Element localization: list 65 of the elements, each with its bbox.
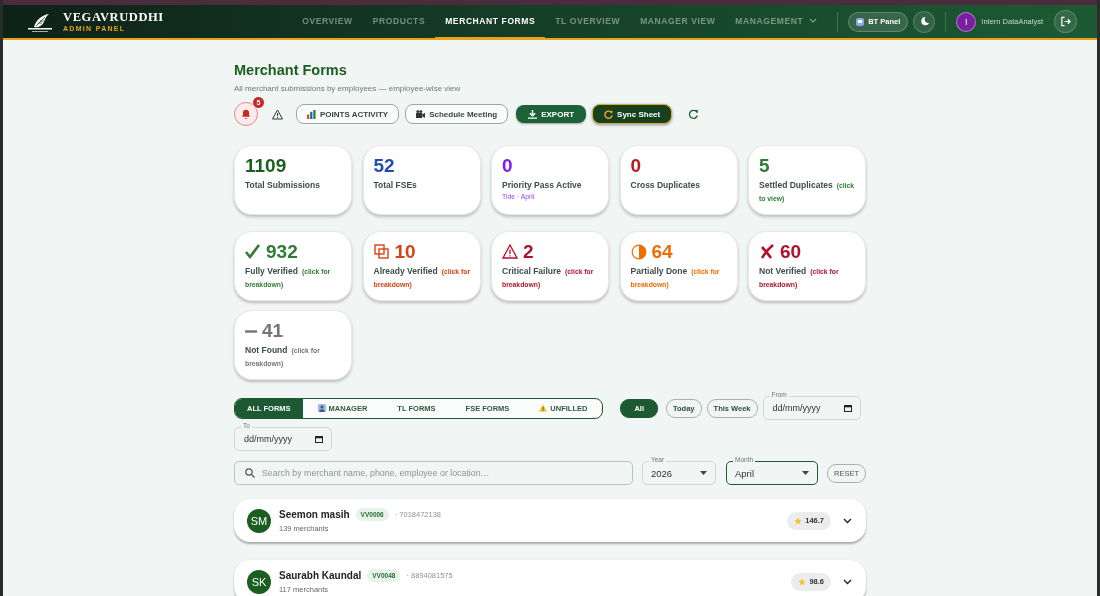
alerts-button[interactable] [271, 108, 284, 120]
calendar-icon [843, 404, 852, 412]
page-title: Merchant Forms [234, 62, 348, 79]
calendar-icon [315, 435, 323, 443]
dash-icon [245, 329, 257, 333]
stat-value: 64 [651, 241, 673, 263]
cross-icon [759, 244, 775, 260]
stat-value: 1109 [245, 155, 287, 177]
moon-icon [918, 16, 930, 27]
stat-label: Total FSEs [373, 179, 418, 191]
chevron-down-icon [843, 578, 852, 585]
stat-value: 0 [630, 155, 642, 177]
nav-tab[interactable]: PRODUCTS [362, 5, 436, 40]
stat-label: Priority Pass Active [502, 179, 583, 191]
stat-card[interactable]: 1109 Total Submissions [234, 145, 352, 215]
nav-tab[interactable]: MERCHANT FORMS [435, 5, 546, 40]
dropdown-caret-icon [802, 471, 809, 475]
stat-value: 10 [394, 241, 416, 263]
nav-tab[interactable]: OVERVIEW [292, 5, 363, 40]
notification-button[interactable] [234, 102, 258, 126]
logout-button[interactable] [1054, 10, 1077, 33]
chevron-down-icon [843, 517, 852, 524]
warning-icon [502, 244, 518, 260]
employee-name: Seemon masih [279, 509, 350, 520]
stat-value: 60 [780, 241, 802, 263]
toolbar-button[interactable]: EXPORT [516, 105, 587, 123]
employee-avatar: SM [247, 508, 271, 533]
stat-card[interactable]: 0 Cross Duplicates [619, 145, 738, 215]
refresh-button[interactable] [688, 108, 700, 120]
stat-card[interactable]: 52 Total FSEs [362, 145, 481, 215]
overlapping-squares-icon [373, 244, 390, 260]
toolbar-button[interactable]: Sync Sheet [592, 104, 673, 124]
bar-chart-icon [307, 109, 316, 119]
search-icon [245, 468, 255, 478]
stat-label: Total Submissions [245, 179, 321, 191]
warning-icon [271, 108, 284, 120]
employee-avatar: SK [247, 569, 271, 594]
stat-value: 932 [266, 241, 298, 263]
download-icon [528, 109, 538, 119]
theme-toggle-button[interactable] [913, 10, 936, 33]
star-icon [798, 577, 807, 586]
bell-icon [241, 109, 251, 119]
stat-value: 41 [262, 320, 284, 342]
person-icon [317, 404, 326, 412]
stat-value: 2 [523, 241, 534, 263]
dropdown-caret-icon [700, 471, 707, 475]
stat-value: 0 [502, 155, 513, 177]
employee-name: Saurabh Kaundal [279, 570, 362, 581]
video-camera-icon [416, 109, 426, 119]
panel-icon [856, 17, 865, 26]
stat-value: 52 [373, 155, 395, 177]
user-avatar[interactable]: I [956, 11, 977, 32]
logout-icon [1060, 16, 1071, 27]
refresh-icon [688, 108, 700, 120]
toolbar-button[interactable]: Schedule Meeting [405, 104, 509, 124]
half-circle-icon [630, 244, 647, 260]
warning-icon [539, 404, 548, 412]
star-icon [794, 516, 803, 525]
refresh-icon [604, 109, 614, 119]
page-subtitle: All merchant submissions by employees — employee-wise view [234, 84, 462, 93]
stat-value: 5 [759, 155, 770, 177]
stat-label: Cross Duplicates [630, 179, 701, 191]
brand-name: VEGAVRUDDHI [63, 10, 164, 24]
toolbar-button[interactable]: POINTS ACTIVITY [296, 104, 400, 124]
check-icon [245, 244, 261, 260]
